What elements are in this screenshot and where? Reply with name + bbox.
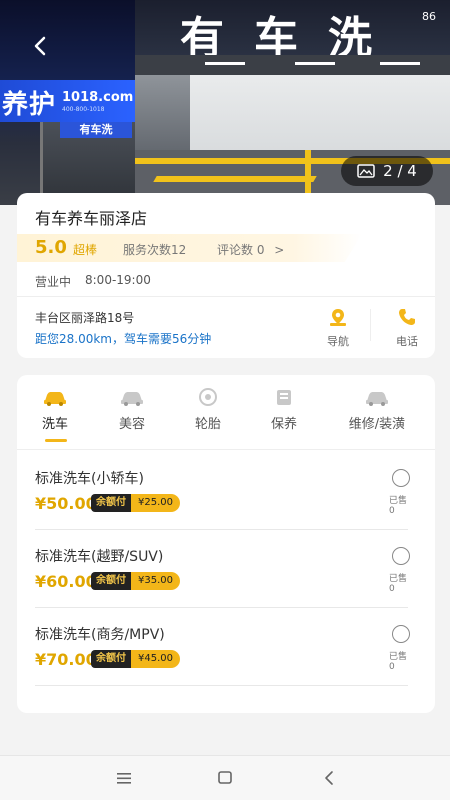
services-card: 洗车 美容 轮胎 保养 维修/装潢 标准洗车(小轿车) ¥50.00 余额付 ¥… — [17, 375, 435, 713]
service-name: 标准洗车(小轿车) — [35, 471, 144, 487]
balance-pay-price: ¥35.00 — [131, 572, 180, 590]
battery-level: 86 — [422, 10, 436, 23]
active-tab-indicator — [45, 439, 67, 442]
repair-icon — [366, 392, 388, 406]
store-info-card: 有车养车丽泽店 5.0 超棒 服务次数12 评论数 0 > 营业中 8:00-1… — [17, 193, 435, 358]
sold-count: 已售0 — [389, 496, 408, 516]
tab-label: 洗车 — [41, 417, 68, 432]
rating-label: 超棒 — [73, 243, 98, 257]
photo-counter[interactable]: 2 / 4 — [341, 156, 433, 186]
sold-count: 已售0 — [389, 652, 408, 672]
navigate-label: 导航 — [327, 335, 349, 348]
balance-pay-badge: 余额付 ¥35.00 — [91, 572, 180, 590]
service-count: 服务次数12 — [123, 243, 187, 257]
store-sign-phone: 400-800-1018 — [62, 106, 105, 113]
tab-label: 维修/装潢 — [348, 417, 406, 432]
tab-tires[interactable]: 轮胎 — [173, 387, 243, 432]
door-sign-text: 有车洗 — [60, 122, 132, 138]
store-distance: 距您28.00km，驾车需要56分钟 — [35, 332, 212, 346]
call-button[interactable]: 电话 — [389, 307, 425, 348]
open-status: 营业中 — [35, 275, 72, 289]
sold-count: 已售0 — [389, 574, 408, 594]
service-price: ¥50.00 — [35, 494, 97, 513]
menu-icon — [117, 773, 131, 784]
navigate-button[interactable]: 导航 — [320, 307, 356, 348]
balance-pay-price: ¥25.00 — [131, 494, 180, 512]
service-price: ¥70.00 — [35, 650, 97, 669]
chevron-right-icon: > — [274, 243, 285, 257]
balance-pay-label: 余额付 — [91, 572, 131, 590]
rating-score: 5.0 — [35, 237, 67, 258]
status-bar: 86 — [422, 10, 436, 23]
store-address: 丰台区丽泽路18号 — [35, 311, 135, 325]
balance-pay-badge: 余额付 ¥45.00 — [91, 650, 180, 668]
tab-beauty[interactable]: 美容 — [97, 387, 167, 432]
select-radio[interactable] — [392, 469, 410, 487]
chevron-left-icon — [34, 36, 46, 56]
tab-repair[interactable]: 维修/装潢 — [332, 387, 422, 432]
review-count-link[interactable]: 评论数 0 > — [217, 241, 284, 258]
select-radio[interactable] — [392, 547, 410, 565]
system-navigation-bar — [0, 755, 450, 800]
service-name: 标准洗车(商务/MPV) — [35, 627, 165, 643]
storefront-photo: 养护 1018.com 400-800-1018 有车洗 — [0, 0, 135, 205]
image-icon — [357, 164, 375, 178]
service-category-tabs: 洗车 美容 轮胎 保养 维修/装潢 — [17, 387, 435, 450]
phone-icon — [399, 309, 415, 325]
divider — [17, 296, 435, 297]
service-name: 标准洗车(越野/SUV) — [35, 549, 164, 565]
rating-bar — [17, 234, 362, 262]
back-triangle-icon — [325, 771, 333, 785]
balance-pay-label: 余额付 — [91, 650, 131, 668]
tab-label: 轮胎 — [194, 417, 221, 432]
tab-label: 美容 — [118, 417, 145, 432]
service-item[interactable]: 标准洗车(小轿车) ¥50.00 余额付 ¥25.00 已售0 — [35, 452, 410, 530]
balance-pay-badge: 余额付 ¥25.00 — [91, 494, 180, 512]
tab-maintenance[interactable]: 保养 — [249, 387, 319, 432]
back-button[interactable] — [30, 34, 50, 58]
store-sign-text: 养护 — [2, 90, 57, 120]
tire-icon — [199, 388, 217, 406]
review-count-text: 评论数 0 — [217, 243, 265, 257]
home-button[interactable] — [214, 768, 236, 788]
store-name: 有车养车丽泽店 — [35, 209, 148, 228]
service-price: ¥60.00 — [35, 572, 97, 591]
service-item[interactable]: 标准洗车(商务/MPV) ¥70.00 余额付 ¥45.00 已售0 — [35, 608, 410, 686]
system-back-button[interactable] — [318, 768, 340, 788]
home-square-icon — [218, 771, 232, 784]
business-hours: 8:00-19:00 — [85, 273, 151, 287]
car-wash-icon — [44, 392, 66, 406]
divider — [17, 449, 435, 450]
navigation-pin-icon — [330, 309, 346, 326]
balance-pay-price: ¥45.00 — [131, 650, 180, 668]
store-sign-url: 1018.com — [62, 90, 134, 105]
select-radio[interactable] — [392, 625, 410, 643]
maintenance-icon — [277, 390, 291, 405]
photo-counter-text: 2 / 4 — [383, 162, 417, 180]
store-photo-carousel[interactable]: 养护 1018.com 400-800-1018 有车洗 有车洗 86 2 / … — [0, 0, 450, 205]
car-beauty-icon — [121, 392, 143, 406]
tab-car-wash[interactable]: 洗车 — [20, 387, 90, 432]
balance-pay-label: 余额付 — [91, 494, 131, 512]
menu-button[interactable] — [113, 768, 135, 788]
call-label: 电话 — [396, 335, 418, 348]
service-item[interactable]: 标准洗车(越野/SUV) ¥60.00 余额付 ¥35.00 已售0 — [35, 530, 410, 608]
tab-label: 保养 — [270, 417, 297, 432]
